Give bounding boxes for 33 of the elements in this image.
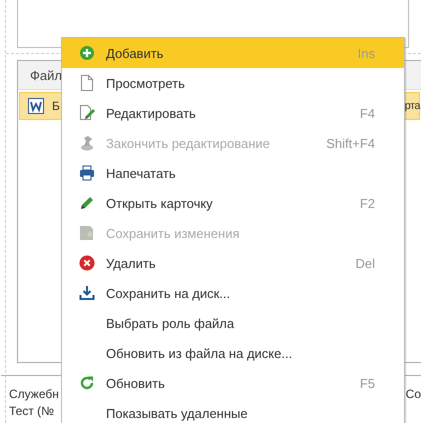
- save-document-icon: [79, 225, 95, 241]
- menu-item[interactable]: Редактировать F4: [62, 98, 404, 128]
- menu-item[interactable]: Удалить Del: [62, 248, 404, 278]
- pencil-icon: [79, 195, 95, 211]
- add-icon: [79, 45, 95, 61]
- menu-item[interactable]: Просмотреть: [62, 68, 404, 98]
- shortcut-label: F2: [360, 196, 375, 210]
- menu-item[interactable]: Добавить Ins: [62, 38, 404, 68]
- download-icon: [79, 285, 95, 301]
- menu-item[interactable]: Обновить из файла на диске...: [62, 338, 404, 368]
- shortcut-label: Del: [355, 256, 375, 270]
- footer-text: Служебн: [9, 386, 59, 402]
- stamp-icon: [79, 135, 95, 151]
- footer-text: Тест (№: [9, 403, 56, 419]
- menu-item[interactable]: Показывать удаленные: [62, 398, 404, 423]
- shortcut-label: F4: [360, 106, 375, 120]
- menu-item[interactable]: Открыть карточку F2: [62, 188, 404, 218]
- menu-item[interactable]: Сохранить на диск...: [62, 278, 404, 308]
- menu-item[interactable]: Обновить F5: [62, 368, 404, 398]
- table-cell: Б: [52, 99, 60, 113]
- table-cell: рта: [404, 100, 420, 112]
- printer-icon: [79, 165, 95, 181]
- shortcut-label: F5: [360, 376, 375, 390]
- word-document-icon: [28, 98, 44, 114]
- menu-item[interactable]: Напечатать: [62, 158, 404, 188]
- document-icon: [80, 75, 94, 91]
- edit-document-icon: [79, 105, 95, 121]
- footer-text: Со: [406, 386, 421, 403]
- delete-icon: [79, 255, 95, 271]
- shortcut-label: Ins: [358, 46, 375, 60]
- menu-item[interactable]: Выбрать роль файла: [62, 308, 404, 338]
- refresh-icon: [79, 375, 95, 391]
- shortcut-label: Shift+F4: [326, 136, 375, 150]
